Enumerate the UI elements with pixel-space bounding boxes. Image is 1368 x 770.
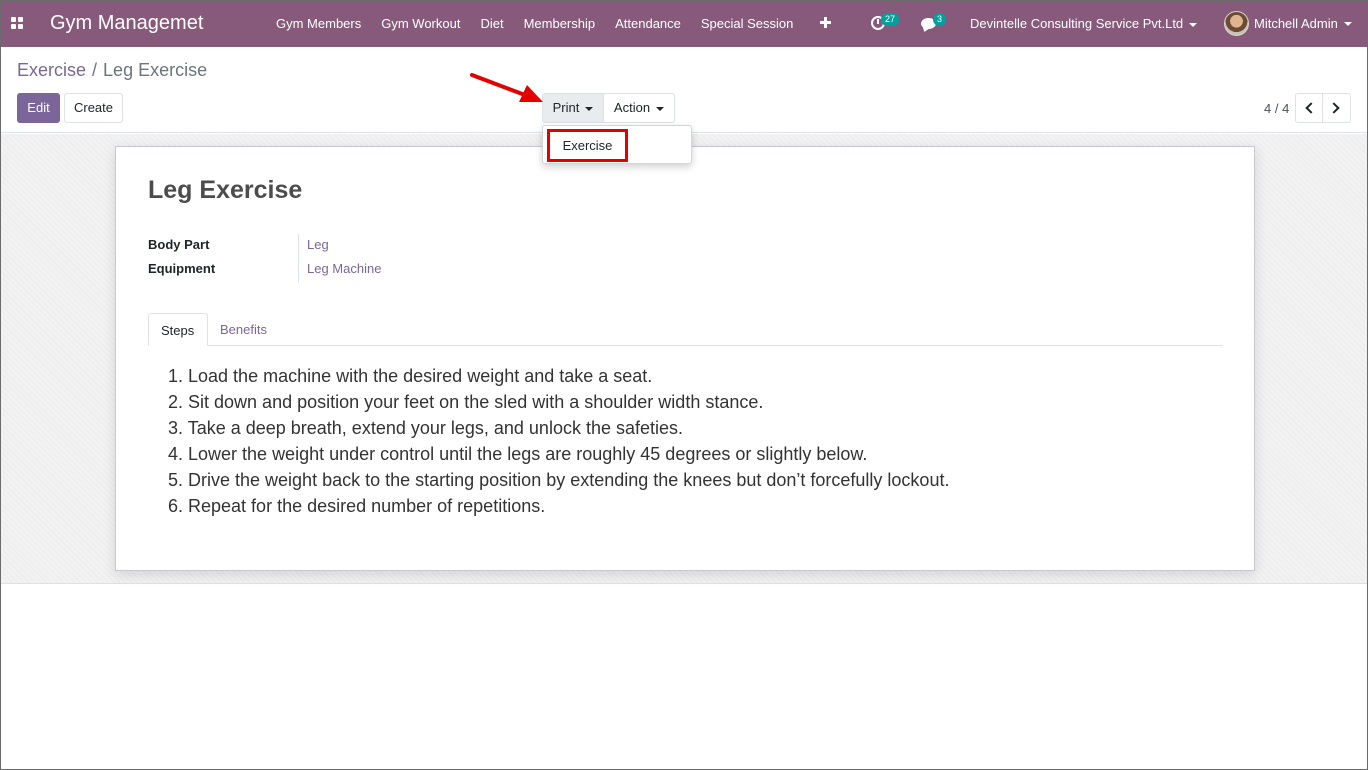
chevron-left-icon	[1305, 102, 1317, 114]
control-panel: Exercise / Leg Exercise Edit Create Print …	[1, 47, 1367, 133]
menu-diet[interactable]: Diet	[470, 1, 513, 47]
app-brand[interactable]: Gym Managemet	[50, 12, 203, 35]
breadcrumb-current: Leg Exercise	[103, 60, 208, 80]
menu-gym-workout[interactable]: Gym Workout	[371, 1, 470, 47]
form-background: Leg Exercise Body Part Leg Equipment Leg…	[1, 134, 1367, 584]
menu-gym-members[interactable]: Gym Members	[266, 1, 371, 47]
chevron-down-icon	[585, 106, 594, 111]
create-button[interactable]: Create	[64, 93, 123, 123]
user-name: Mitchell Admin	[1254, 16, 1338, 31]
chevron-right-icon	[1328, 102, 1340, 114]
chevron-down-icon	[656, 106, 665, 111]
menu-attendance[interactable]: Attendance	[605, 1, 691, 47]
breadcrumb-exercise-link[interactable]: Exercise	[17, 60, 86, 80]
apps-menu-icon[interactable]	[11, 17, 23, 29]
list-item: 5. Drive the weight back to the starting…	[168, 470, 950, 490]
steps-list: 1. Load the machine with the desired wei…	[168, 363, 949, 519]
edit-button[interactable]: Edit	[17, 93, 60, 123]
body-part-label: Body Part	[148, 237, 210, 252]
pager-previous-button[interactable]	[1295, 93, 1323, 123]
plus-icon[interactable]	[819, 16, 833, 30]
company-switcher[interactable]: Devintelle Consulting Service Pvt.Ltd	[970, 16, 1198, 31]
pager-value: 4 / 4	[1264, 101, 1290, 116]
action-button[interactable]: Action	[604, 93, 675, 123]
top-navbar: Gym Managemet Gym Members Gym Workout Di…	[1, 1, 1367, 47]
list-item: 6. Repeat for the desired number of repe…	[168, 496, 546, 516]
menu-special-session[interactable]: Special Session	[691, 1, 804, 47]
action-label: Action	[613, 100, 651, 115]
print-button[interactable]: Print	[542, 93, 604, 123]
equipment-value[interactable]: Leg Machine	[307, 261, 381, 276]
print-dropdown-menu: Exercise	[542, 125, 692, 164]
app-window: Gym Managemet Gym Members Gym Workout Di…	[0, 0, 1368, 770]
list-item: 3. Take a deep breath, extend your legs,…	[168, 418, 684, 438]
print-exercise-menu-item[interactable]: Exercise	[547, 129, 628, 162]
form-sheet: Leg Exercise Body Part Leg Equipment Leg…	[115, 146, 1255, 571]
print-label: Print	[552, 100, 580, 115]
list-item: 1. Load the machine with the desired wei…	[168, 366, 653, 386]
main-menu: Gym Members Gym Workout Diet Membership …	[266, 1, 803, 47]
record-title: Leg Exercise	[148, 176, 303, 204]
notebook-tabs: Steps Benefits	[148, 313, 1223, 346]
breadcrumb: Exercise / Leg Exercise	[17, 60, 207, 81]
company-name: Devintelle Consulting Service Pvt.Ltd	[970, 16, 1184, 31]
message-count-badge: 3	[933, 13, 947, 26]
chevron-down-icon	[1189, 22, 1198, 27]
menu-membership[interactable]: Membership	[514, 1, 606, 47]
tab-benefits[interactable]: Benefits	[208, 313, 279, 346]
pager-next-button[interactable]	[1323, 93, 1351, 123]
body-part-value[interactable]: Leg	[307, 237, 329, 252]
equipment-label: Equipment	[148, 261, 216, 276]
field-divider	[298, 234, 299, 283]
avatar	[1224, 11, 1249, 36]
list-item: 2. Sit down and position your feet on th…	[168, 392, 764, 412]
chevron-down-icon	[1343, 21, 1352, 26]
list-item: 4. Lower the weight under control until …	[168, 444, 868, 464]
red-arrow-icon	[470, 73, 543, 102]
activity-count-badge: 27	[881, 13, 900, 26]
breadcrumb-separator: /	[92, 60, 98, 80]
tab-steps[interactable]: Steps	[148, 313, 208, 346]
user-menu[interactable]: Mitchell Admin	[1224, 11, 1352, 36]
